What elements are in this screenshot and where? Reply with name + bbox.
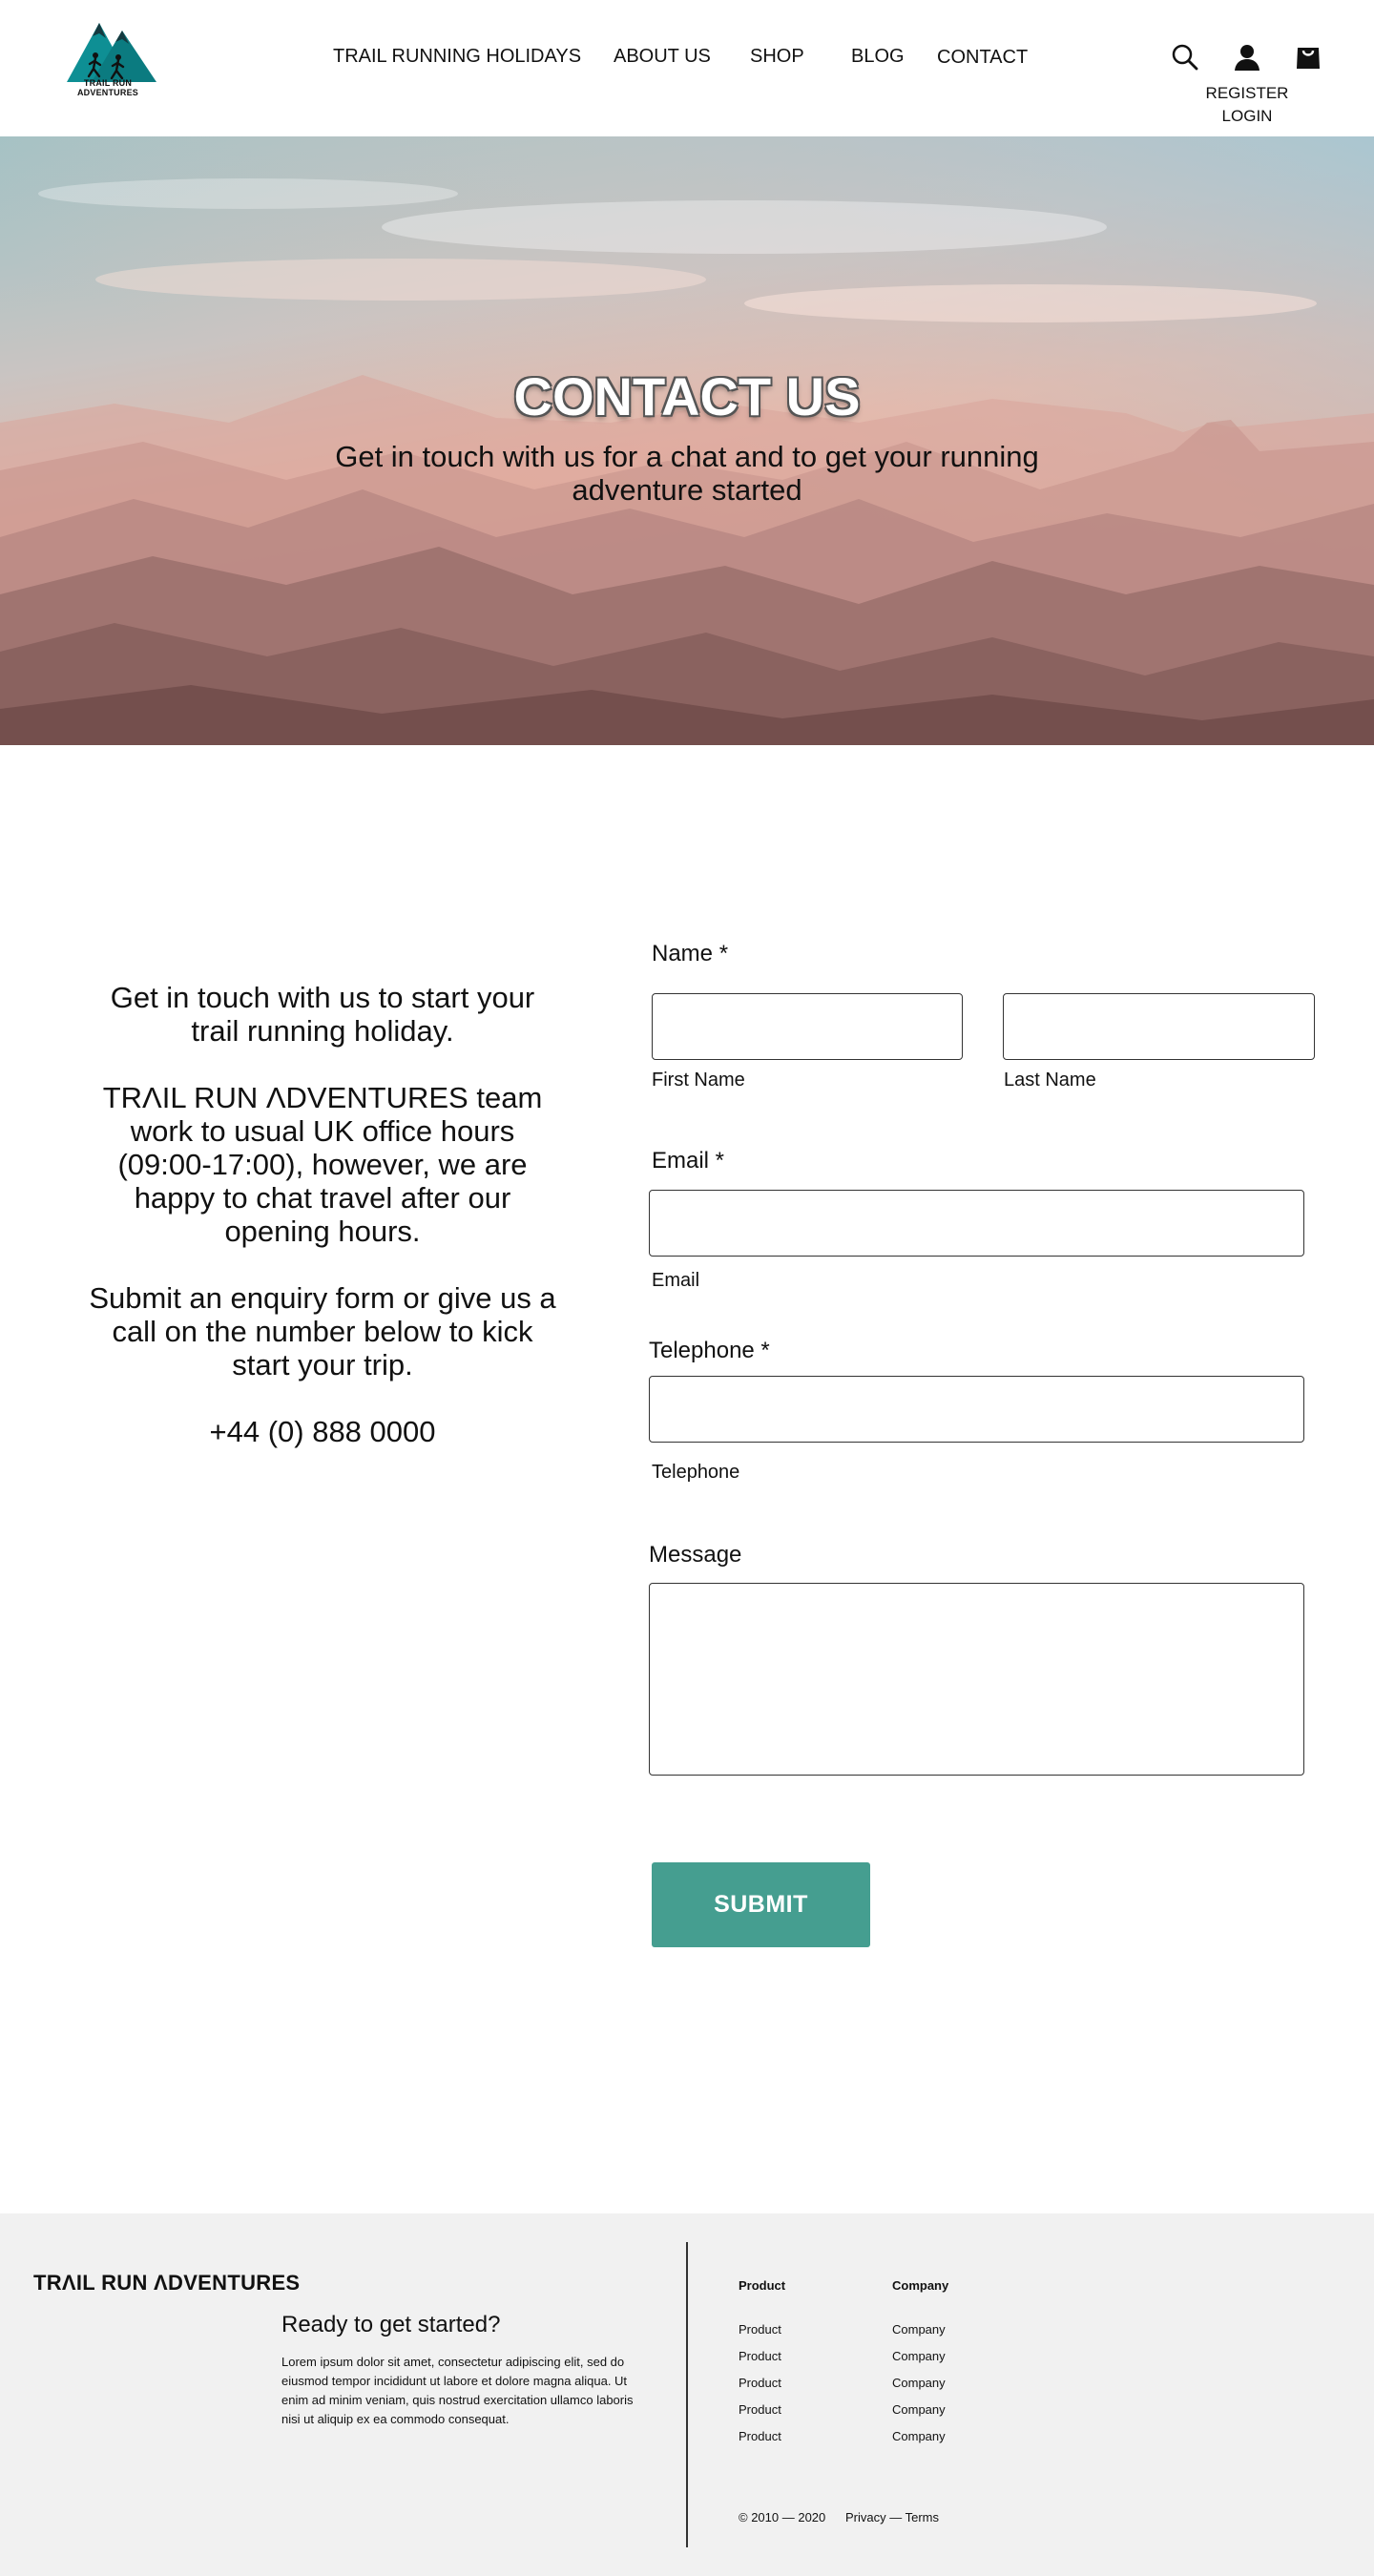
hero-banner: CONTACT US Get in touch with us for a ch… <box>0 136 1374 745</box>
first-name-sublabel: First Name <box>652 1070 745 1091</box>
nav-about-us[interactable]: ABOUT US <box>614 46 711 68</box>
footer-column-title: Company <box>892 2278 949 2293</box>
logo-text: TRAIL RUN ADVENTURES <box>76 78 138 97</box>
footer-link[interactable]: Company <box>892 2343 948 2370</box>
intro-paragraph-1: Get in touch with us to start your trail… <box>110 981 535 1048</box>
footer-link[interactable]: Product <box>739 2316 785 2343</box>
user-icon[interactable] <box>1232 42 1262 73</box>
nav-trail-running-holidays[interactable]: TRAIL RUNNING HOLIDAYS <box>333 46 581 68</box>
hero-subtitle: Get in touch with us for a chat and to g… <box>335 440 1039 507</box>
copyright: © 2010 — 2020 <box>739 2510 826 2524</box>
footer-column-product: Product Product Product Product Product … <box>739 2278 785 2450</box>
footer-link[interactable]: Company <box>892 2423 948 2450</box>
auth-links: REGISTER LOGIN <box>1195 82 1300 128</box>
last-name-sublabel: Last Name <box>1004 1070 1096 1091</box>
telephone-input[interactable] <box>649 1376 1304 1443</box>
footer-link[interactable]: Product <box>739 2343 785 2370</box>
intro-paragraph-3: Submit an enquiry form or give us a call… <box>89 1281 556 1381</box>
footer-link[interactable]: Company <box>892 2397 948 2423</box>
register-link[interactable]: REGISTER <box>1195 82 1300 105</box>
telephone-sublabel: Telephone <box>652 1462 740 1483</box>
email-sublabel: Email <box>652 1270 700 1291</box>
nav-shop[interactable]: SHOP <box>750 46 804 68</box>
footer-column-company: Company Company Company Company Company … <box>892 2278 948 2450</box>
site-header: TRAIL RUN ADVENTURES TRAIL RUNNING HOLID… <box>0 0 1374 136</box>
message-label: Message <box>649 1542 742 1568</box>
footer-link[interactable]: Company <box>892 2370 948 2397</box>
contact-intro: Get in touch with us to start your trail… <box>84 981 561 1482</box>
footer-link[interactable]: Product <box>739 2423 785 2450</box>
nav-contact[interactable]: CONTACT <box>937 47 1028 69</box>
telephone-label: Telephone * <box>649 1338 770 1363</box>
shopping-bag-icon[interactable] <box>1293 42 1323 73</box>
footer-brand[interactable]: TRΛIL RUN ΛDVENTURES <box>33 2271 300 2296</box>
mountain-logo-icon <box>67 23 156 82</box>
footer-divider <box>686 2242 688 2547</box>
name-label: Name * <box>652 941 729 966</box>
site-footer: TRΛIL RUN ΛDVENTURES Ready to get starte… <box>0 2213 1374 2576</box>
last-name-input[interactable] <box>1003 993 1315 1060</box>
page-title: CONTACT US <box>513 366 861 426</box>
intro-paragraph-2: TRΛIL RUN ΛDVENTURES team work to usual … <box>102 1081 543 1248</box>
footer-body-text: Lorem ipsum dolor sit amet, consectetur … <box>281 2355 634 2426</box>
footer-link[interactable]: Product <box>739 2370 785 2397</box>
footer-heading: Ready to get started? <box>281 2312 501 2337</box>
footer-column-title: Product <box>739 2278 786 2293</box>
search-icon[interactable] <box>1170 42 1200 73</box>
submit-button[interactable]: SUBMIT <box>652 1862 870 1947</box>
phone-number[interactable]: +44 (0) 888 0000 <box>84 1415 561 1448</box>
nav-blog[interactable]: BLOG <box>851 46 905 68</box>
site-logo[interactable]: TRAIL RUN ADVENTURES <box>53 17 162 97</box>
footer-link[interactable]: Product <box>739 2397 785 2423</box>
message-textarea[interactable] <box>649 1583 1304 1776</box>
first-name-input[interactable] <box>652 993 963 1060</box>
email-input[interactable] <box>649 1190 1304 1257</box>
legal-links[interactable]: Privacy — Terms <box>845 2510 939 2524</box>
footer-link[interactable]: Company <box>892 2316 948 2343</box>
login-link[interactable]: LOGIN <box>1195 105 1300 128</box>
email-label: Email * <box>652 1148 725 1174</box>
